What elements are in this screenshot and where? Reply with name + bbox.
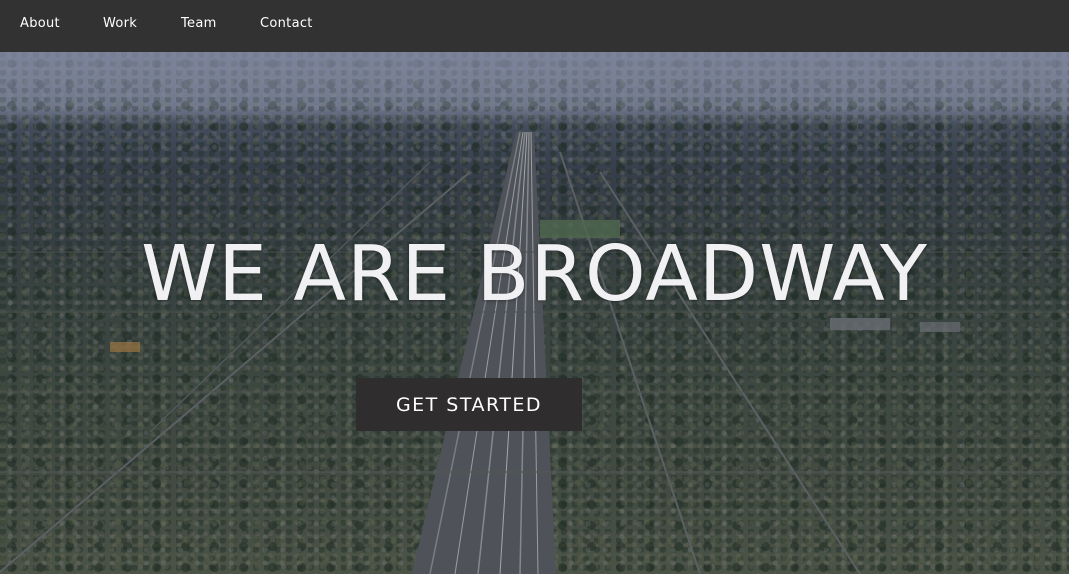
top-navbar: About Work Team Contact (0, 0, 1069, 52)
hero-section: WE ARE BROADWAY GET STARTED (0, 52, 1069, 574)
nav-link-team[interactable]: Team (181, 16, 217, 31)
get-started-button[interactable]: GET STARTED (356, 378, 582, 431)
page: About Work Team Contact WE ARE BROADWAY … (0, 0, 1069, 574)
hero-title: WE ARE BROADWAY (141, 230, 928, 319)
nav-link-contact[interactable]: Contact (260, 16, 313, 31)
nav-link-about[interactable]: About (20, 16, 60, 31)
nav-link-work[interactable]: Work (103, 16, 137, 31)
